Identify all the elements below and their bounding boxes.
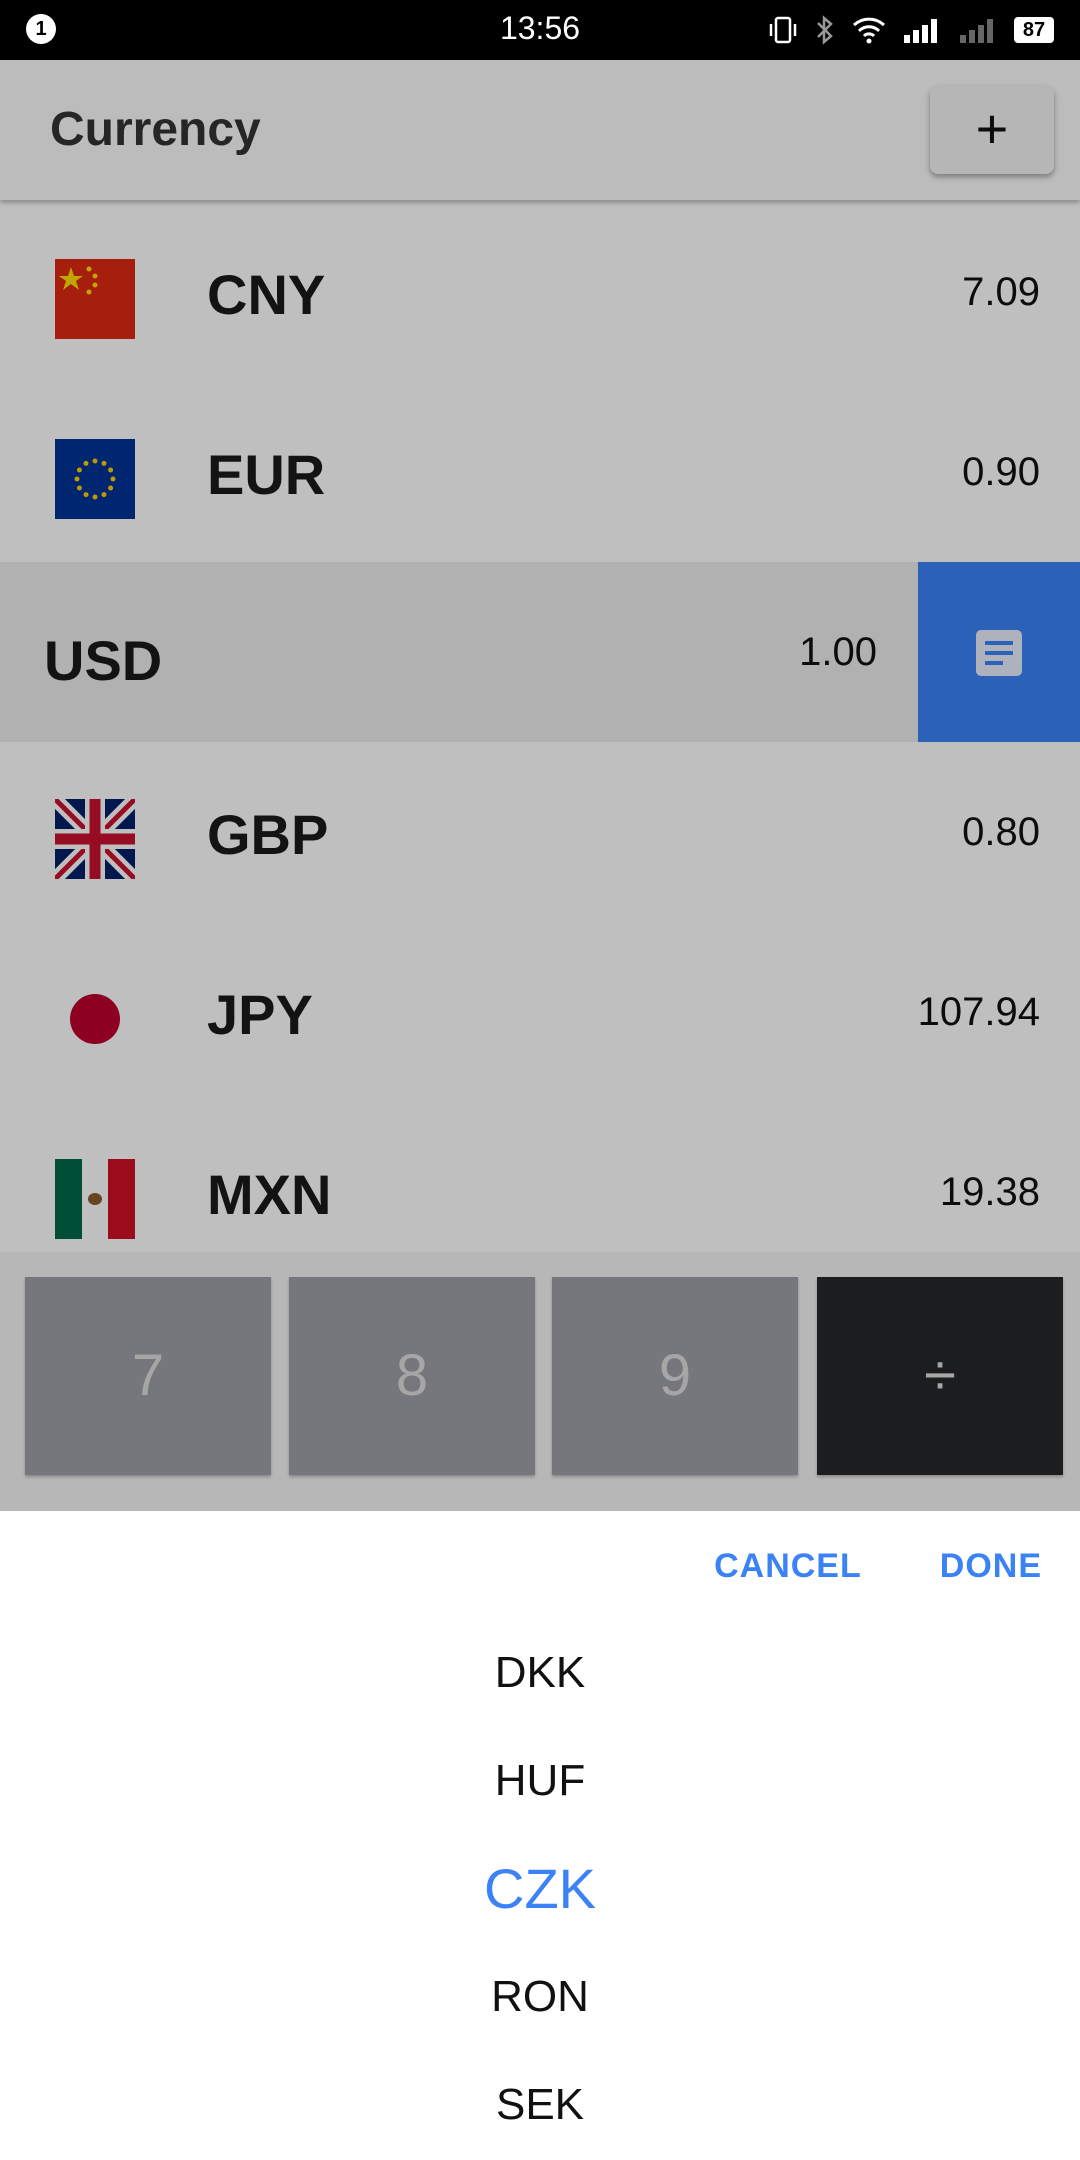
signal-icon bbox=[904, 19, 937, 43]
battery-icon: 87 bbox=[1014, 17, 1054, 43]
picker-option[interactable]: SEK bbox=[0, 2051, 1080, 2159]
wifi-icon bbox=[852, 17, 886, 44]
picker-option-selected[interactable]: CZK bbox=[0, 1835, 1080, 1943]
vibrate-icon bbox=[769, 16, 797, 44]
signal-weak-icon bbox=[960, 19, 993, 43]
picker-option[interactable]: RON bbox=[0, 1943, 1080, 2051]
modal-overlay[interactable] bbox=[0, 60, 1080, 1511]
currency-picker-wheel[interactable]: DKK HUF CZK RON SEK bbox=[0, 1619, 1080, 2159]
status-bar: 1 13:56 87 bbox=[0, 0, 1080, 60]
picker-actions: CANCEL DONE bbox=[714, 1547, 1042, 1586]
done-button[interactable]: DONE bbox=[940, 1547, 1042, 1586]
status-icons: 87 bbox=[768, 10, 1054, 50]
bluetooth-icon bbox=[817, 15, 833, 45]
cancel-button[interactable]: CANCEL bbox=[714, 1547, 862, 1586]
picker-option[interactable]: DKK bbox=[0, 1619, 1080, 1727]
currency-picker-sheet: CANCEL DONE DKK HUF CZK RON SEK bbox=[0, 1511, 1080, 2160]
picker-option[interactable]: HUF bbox=[0, 1727, 1080, 1835]
